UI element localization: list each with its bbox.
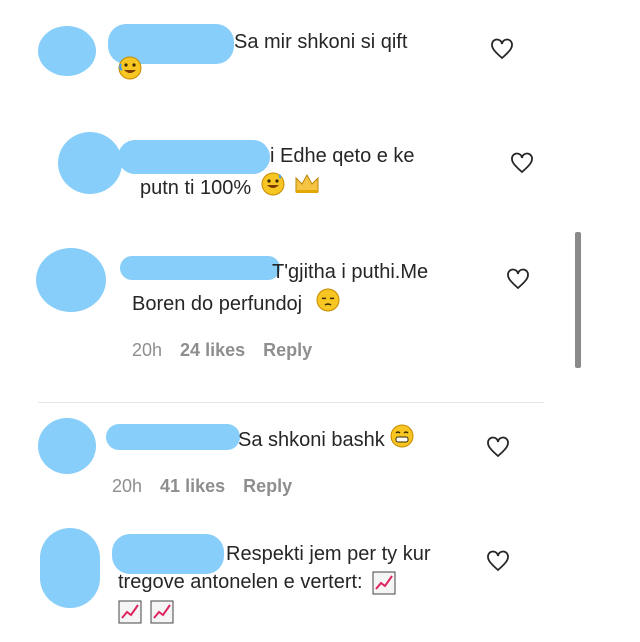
timestamp: 20h [112,476,143,496]
comment-text: i Edhe qeto e ke [270,145,415,167]
redacted-username [106,424,240,450]
redacted-username [120,256,280,280]
reply-button[interactable]: Reply [243,476,292,497]
like-heart-icon[interactable] [506,268,530,290]
like-heart-icon[interactable] [486,550,510,572]
like-heart-icon[interactable] [510,152,534,174]
comment-text: T'gjitha i puthi.Me [272,261,429,283]
pensive-emoji [316,288,340,321]
avatar[interactable] [38,26,96,76]
divider [38,402,544,403]
comment-text-line2: Boren do perfundoj [132,288,340,321]
like-heart-icon[interactable] [490,38,514,60]
comment-text: Sa mir shkoni si qift [234,31,408,53]
comment-meta: 20h 24 likes Reply [132,340,312,361]
chart-increasing-emoji [372,568,400,597]
likes-count[interactable]: 41 likes [160,476,225,497]
chart-increasing-emoji [150,600,174,624]
comment-text-line2: putn ti 100% [140,172,320,205]
emoji-row [118,600,178,624]
chart-increasing-emoji [118,600,142,624]
avatar[interactable] [58,132,122,194]
comment-text-line2: tregove antonelen e vertert: [118,568,400,597]
comment-text: Sa shkoni bashk [238,424,414,457]
redacted-username [118,140,270,174]
likes-count[interactable]: 24 likes [180,340,245,361]
grin-emoji [390,424,414,457]
crown-emoji [294,172,320,205]
reply-button[interactable]: Reply [263,340,312,361]
avatar[interactable] [36,248,106,312]
avatar[interactable] [38,418,96,474]
timestamp: 20h [132,340,163,360]
avatar[interactable] [40,528,100,608]
scrollbar[interactable] [575,232,581,368]
rofl-emoji [118,56,142,85]
like-heart-icon[interactable] [486,436,510,458]
comment-text: Respekti jem per ty kur [226,543,431,565]
sweat-smile-emoji [261,172,285,205]
comment-meta: 20h 41 likes Reply [112,476,292,497]
